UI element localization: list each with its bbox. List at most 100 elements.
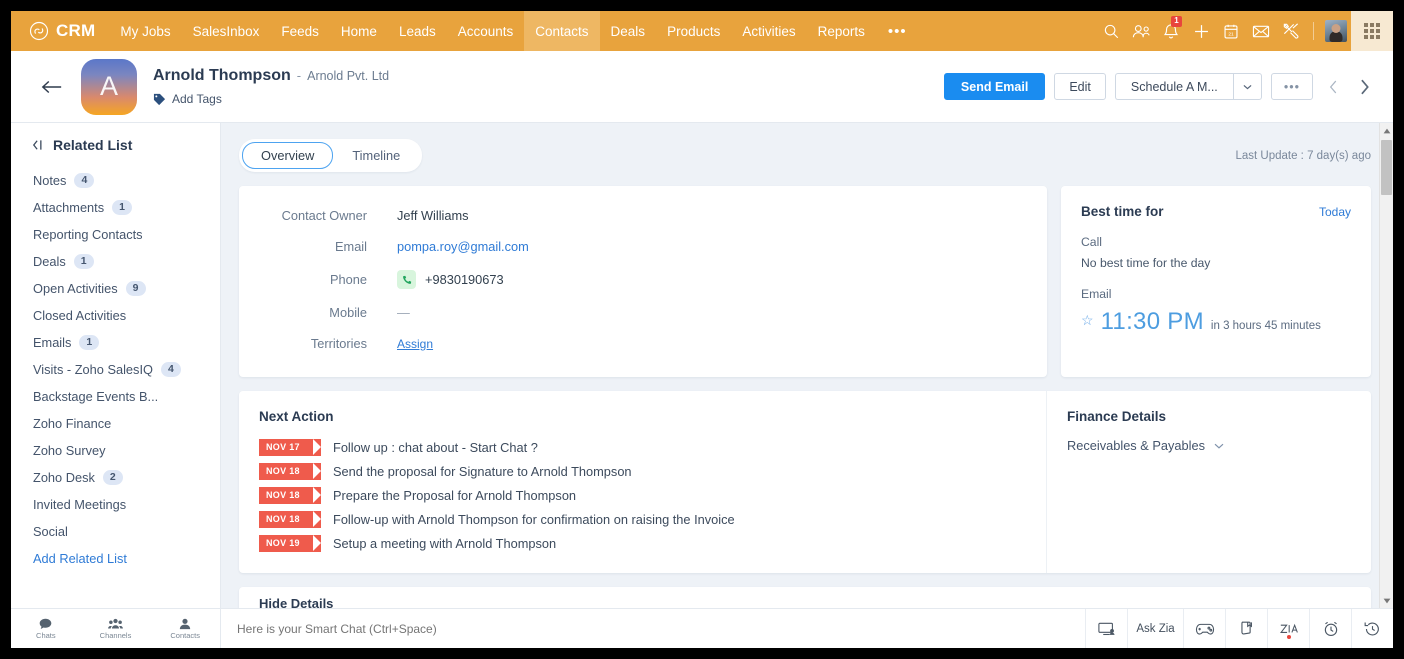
zia-icon[interactable] (1267, 609, 1309, 648)
next-card-peek-title: Hide Details (259, 596, 334, 608)
nav-item-home[interactable]: Home (330, 11, 388, 51)
nav-item-leads[interactable]: Leads (388, 11, 447, 51)
field-mobile: Mobile — (265, 305, 1021, 320)
notes-flag-icon[interactable] (1225, 609, 1267, 648)
add-related-list-button[interactable]: Add Related List (11, 545, 220, 572)
setup-tools-icon[interactable] (1276, 11, 1306, 51)
receivables-payables-row[interactable]: Receivables & Payables (1067, 438, 1337, 453)
smart-chat-field[interactable] (221, 609, 1085, 648)
nav-item-contacts[interactable]: Contacts (524, 11, 600, 51)
star-icon[interactable]: ☆ (1081, 313, 1094, 327)
sidebar-item-label: Deals (33, 254, 66, 269)
phone-icon[interactable] (397, 270, 416, 289)
nav-more-icon[interactable]: ••• (876, 11, 919, 51)
list-item[interactable]: NOV 18 Send the proposal for Signature t… (239, 459, 1046, 483)
recent-history-icon[interactable] (1351, 609, 1393, 648)
sidebar-item-label: Invited Meetings (33, 497, 127, 512)
send-email-button[interactable]: Send Email (943, 73, 1046, 100)
phone-number[interactable]: +9830190673 (425, 272, 504, 287)
calendar-icon[interactable]: 21 (1216, 11, 1246, 51)
field-value[interactable]: — (397, 305, 410, 320)
scroll-down-arrow-icon[interactable] (1380, 593, 1393, 608)
schedule-a-meeting-button[interactable]: Schedule A M... (1114, 73, 1233, 100)
sidebar-item-deals[interactable]: Deals 1 (11, 248, 220, 275)
sidebar-item-reporting-contacts[interactable]: Reporting Contacts (11, 221, 220, 248)
record-titles: Arnold Thompson - Arnold Pvt. Ltd Add Ta… (153, 67, 389, 106)
next-card-peek: Hide Details (239, 587, 1371, 608)
edit-button[interactable]: Edit (1054, 73, 1106, 100)
sidebar-item-zoho-desk[interactable]: Zoho Desk 2 (11, 464, 220, 491)
record-more-actions-button[interactable]: ••• (1270, 73, 1313, 100)
chat-tab-contacts[interactable]: Contacts (150, 609, 220, 648)
record-action-buttons: Send Email Edit Schedule A M... ••• (943, 73, 1375, 100)
prev-record-chevron-left-icon[interactable] (1322, 73, 1344, 100)
nav-item-salesinbox[interactable]: SalesInbox (182, 11, 271, 51)
nav-item-reports[interactable]: Reports (807, 11, 876, 51)
sidebar-item-label: Social (33, 524, 68, 539)
plus-icon[interactable] (1186, 11, 1216, 51)
collapse-panel-icon[interactable] (31, 139, 44, 151)
nav-item-my-jobs[interactable]: My Jobs (109, 11, 181, 51)
schedule-dropdown-chevron-down-icon[interactable] (1232, 73, 1262, 100)
scrollbar-thumb[interactable] (1381, 140, 1392, 195)
main-scrollbar[interactable] (1379, 123, 1393, 608)
nav-item-accounts[interactable]: Accounts (447, 11, 525, 51)
ask-zia-button[interactable]: Ask Zia (1127, 609, 1183, 648)
notifications-bell-icon[interactable]: 1 (1156, 11, 1186, 51)
last-update-text: Last Update : 7 day(s) ago (1235, 149, 1371, 162)
sidebar-item-visits-zoho-salesiq[interactable]: Visits - Zoho SalesIQ 4 (11, 356, 220, 383)
next-action-date-badge: NOV 19 (259, 534, 321, 552)
sidebar-item-backstage-events[interactable]: Backstage Events B... (11, 383, 220, 410)
list-item[interactable]: NOV 18 Prepare the Proposal for Arnold T… (239, 483, 1046, 507)
tag-icon (153, 93, 166, 105)
sidebar-item-open-activities[interactable]: Open Activities 9 (11, 275, 220, 302)
smart-chat-input[interactable] (237, 621, 1085, 636)
gamification-icon[interactable] (1183, 609, 1225, 648)
reminder-clock-icon[interactable] (1309, 609, 1351, 648)
field-value[interactable]: Jeff Williams (397, 208, 469, 223)
sidebar-item-attachments[interactable]: Attachments 1 (11, 194, 220, 221)
chevron-down-icon[interactable] (1214, 443, 1224, 449)
add-user-icon[interactable] (1126, 11, 1156, 51)
sidebar-item-invited-meetings[interactable]: Invited Meetings (11, 491, 220, 518)
chat-tab-channels[interactable]: Channels (81, 609, 151, 648)
tab-overview[interactable]: Overview (242, 142, 334, 169)
next-action-text: Follow up : chat about - Start Chat ? (333, 439, 538, 455)
sidebar-item-closed-activities[interactable]: Closed Activities (11, 302, 220, 329)
chat-tab-chats[interactable]: Chats (11, 609, 81, 648)
next-record-chevron-right-icon[interactable] (1353, 73, 1375, 100)
page-body: Related List Notes 4 Attachments 1 Repor… (11, 123, 1393, 608)
next-action-date-badge: NOV 18 (259, 486, 321, 504)
best-time-today-link[interactable]: Today (1319, 205, 1351, 219)
sidebar-item-notes[interactable]: Notes 4 (11, 167, 220, 194)
search-icon[interactable] (1096, 11, 1126, 51)
field-label: Territories (310, 336, 367, 351)
sidebar-item-zoho-survey[interactable]: Zoho Survey (11, 437, 220, 464)
sidebar-item-emails[interactable]: Emails 1 (11, 329, 220, 356)
sidebar-item-social[interactable]: Social (11, 518, 220, 545)
avatar[interactable] (1321, 11, 1351, 51)
sidebar-item-zoho-finance[interactable]: Zoho Finance (11, 410, 220, 437)
tab-timeline[interactable]: Timeline (333, 142, 419, 169)
scroll-up-arrow-icon[interactable] (1380, 123, 1393, 138)
nav-item-products[interactable]: Products (656, 11, 731, 51)
top-navigation-bar: CRM My Jobs SalesInbox Feeds Home Leads … (11, 11, 1393, 51)
list-item[interactable]: NOV 19 Setup a meeting with Arnold Thomp… (239, 531, 1046, 555)
best-time-email-row: ☆ 11:30 PM in 3 hours 45 minutes (1081, 308, 1351, 336)
chat-tabs: Chats Channels Contacts (11, 609, 221, 648)
screen-share-icon[interactable] (1085, 609, 1127, 648)
app-launcher-grid-icon[interactable] (1351, 11, 1393, 51)
envelope-icon[interactable] (1246, 11, 1276, 51)
nav-item-feeds[interactable]: Feeds (270, 11, 330, 51)
crm-brand[interactable]: CRM (11, 11, 109, 51)
nav-item-deals[interactable]: Deals (600, 11, 657, 51)
list-item[interactable]: NOV 18 Follow-up with Arnold Thompson fo… (239, 507, 1046, 531)
email-link[interactable]: pompa.roy@gmail.com (397, 239, 529, 254)
add-tags-button[interactable]: Add Tags (153, 92, 389, 106)
sidebar-item-label: Notes (33, 173, 67, 188)
record-avatar: A (81, 58, 137, 115)
assign-link[interactable]: Assign (397, 337, 433, 351)
nav-item-activities[interactable]: Activities (731, 11, 806, 51)
list-item[interactable]: NOV 17 Follow up : chat about - Start Ch… (239, 435, 1046, 459)
back-arrow-icon[interactable] (41, 79, 63, 95)
